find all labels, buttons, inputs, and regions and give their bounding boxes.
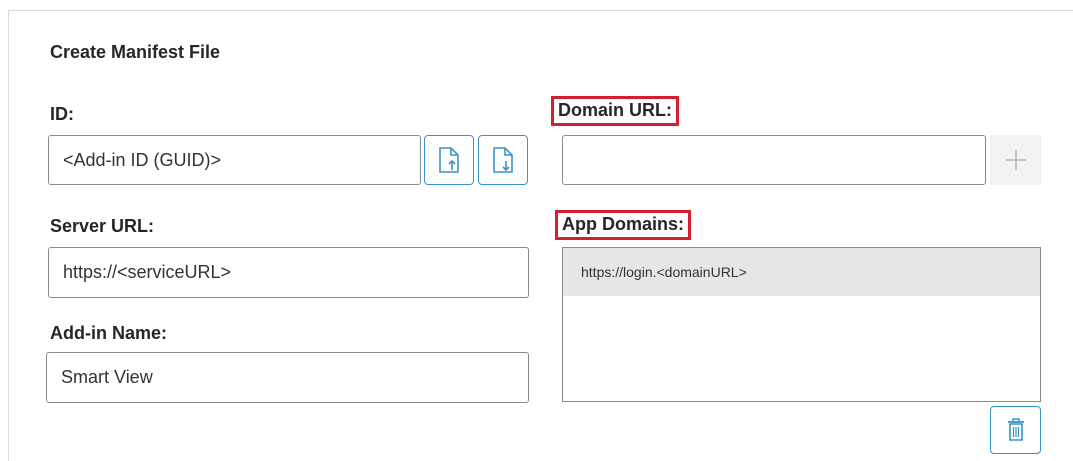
import-id-button[interactable]	[424, 135, 474, 185]
server-url-value: https://<serviceURL>	[63, 262, 232, 282]
app-domains-list[interactable]: https://login.<domainURL>	[562, 247, 1041, 402]
list-item[interactable]: https://login.<domainURL>	[563, 248, 1040, 296]
addin-name-input[interactable]: Smart View	[46, 352, 529, 403]
app-domain-item-text: https://login.<domainURL>	[581, 264, 747, 280]
panel-title: Create Manifest File	[50, 42, 221, 62]
id-input-value: <Add-in ID (GUID)>	[63, 149, 222, 170]
addin-name-label: Add-in Name:	[50, 323, 167, 343]
file-export-icon	[493, 147, 513, 173]
server-url-input[interactable]: https://<serviceURL>	[48, 247, 529, 298]
addin-name-value: Smart View	[61, 367, 153, 387]
plus-icon	[1005, 150, 1026, 170]
app-domains-label: App Domains:	[555, 210, 692, 240]
trash-icon	[1007, 418, 1024, 441]
delete-domain-button[interactable]	[990, 406, 1041, 454]
server-url-label: Server URL:	[50, 216, 155, 236]
domain-url-label: Domain URL:	[551, 96, 679, 126]
export-id-button[interactable]	[478, 135, 528, 185]
add-domain-button[interactable]	[990, 135, 1041, 185]
domain-url-input[interactable]	[562, 135, 986, 185]
id-input[interactable]: <Add-in ID (GUID)>	[48, 135, 421, 185]
id-label: ID:	[50, 104, 74, 124]
file-import-icon	[439, 147, 459, 173]
